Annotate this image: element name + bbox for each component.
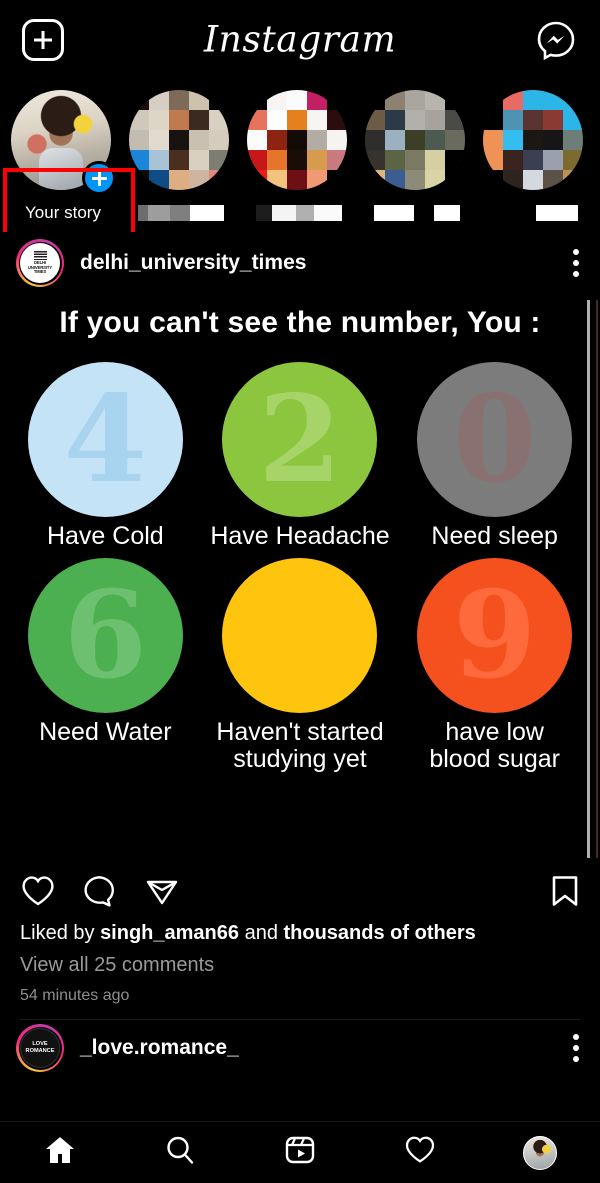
delhi-university-times-avatar: DELHI UNIVERSITY TIMES — [20, 243, 60, 283]
pixelated-username — [138, 205, 224, 221]
likes-middle: and — [239, 922, 284, 944]
add-story-plus-badge[interactable] — [82, 161, 116, 195]
story-label-your-story: Your story — [25, 203, 101, 222]
your-story-avatar-wrap[interactable] — [11, 90, 116, 195]
circle-9: 9 — [417, 558, 573, 713]
story-your-story[interactable]: Your story — [4, 80, 122, 223]
pixelated-username — [256, 205, 342, 221]
grid-cell-have-headache: 2 Have Headache — [203, 362, 398, 550]
circle-0: 0 — [417, 362, 573, 517]
pixelated-username — [492, 205, 578, 221]
circle-label: Need Water — [39, 718, 172, 746]
nav-reels[interactable] — [270, 1130, 330, 1176]
home-icon[interactable] — [43, 1134, 77, 1171]
nav-search[interactable] — [150, 1130, 210, 1176]
avatar-line1: LOVE — [32, 1041, 48, 1048]
avatar-logo-bars — [33, 250, 47, 260]
more-options-icon[interactable] — [573, 249, 584, 277]
post-image-grid: 4 Have Cold 2 Have Headache 0 Need sleep… — [0, 340, 600, 773]
pixelated-avatar — [247, 90, 347, 190]
post-header: DELHI UNIVERSITY TIMES delhi_university_… — [0, 232, 600, 294]
story-item-censored-4[interactable] — [476, 80, 594, 221]
post-timestamp: 54 minutes ago — [20, 987, 130, 1004]
bottom-navigation-bar — [0, 1121, 600, 1183]
story-item-censored-1[interactable] — [122, 80, 240, 221]
plus-square-icon[interactable] — [22, 19, 64, 61]
circle-blank — [222, 558, 378, 713]
grid-cell-havent-started-studying: Haven't started studying yet — [203, 558, 398, 773]
likes-summary: Liked by singh_aman66 and thousands of o… — [20, 922, 580, 945]
likes-others[interactable]: thousands of others — [284, 922, 476, 944]
messenger-icon[interactable] — [534, 18, 578, 62]
nav-profile[interactable] — [510, 1130, 570, 1176]
post-image[interactable]: If you can't see the number, You : 4 Hav… — [0, 294, 600, 864]
activity-heart-icon[interactable] — [403, 1134, 437, 1171]
story-item-censored-3[interactable] — [358, 80, 476, 221]
pixelated-avatar — [129, 90, 229, 190]
pixelated-avatar — [483, 90, 583, 190]
profile-avatar[interactable] — [523, 1135, 557, 1170]
avatar[interactable] — [129, 90, 229, 190]
avatar[interactable] — [365, 90, 465, 190]
search-icon[interactable] — [163, 1134, 197, 1171]
pixelated-avatar — [365, 90, 465, 190]
pixelated-username — [374, 205, 460, 221]
circle-number: 9 — [452, 564, 537, 706]
post-image-title: If you can't see the number, You : — [59, 306, 541, 339]
image-scroll-indicator — [587, 300, 590, 858]
share-paper-plane-icon[interactable] — [144, 874, 180, 913]
next-post-author-username[interactable]: _love.romance_ — [80, 1036, 560, 1060]
post-action-bar — [0, 864, 600, 922]
avatar-wrap[interactable] — [247, 90, 351, 194]
grid-cell-need-water: 6 Need Water — [8, 558, 203, 773]
next-post-author-avatar[interactable]: LOVE ROMANCE — [16, 1024, 64, 1072]
avatar[interactable] — [483, 90, 583, 190]
instagram-feed-screen: Instagram Your story DELHI UNIVERSITY TI… — [0, 0, 600, 1183]
avatar-wrap[interactable] — [365, 90, 469, 194]
love-romance-avatar: LOVE ROMANCE — [20, 1028, 60, 1068]
circle-label: Haven't started studying yet — [216, 718, 384, 773]
circle-number: 2 — [258, 368, 342, 510]
likes-username[interactable]: singh_aman66 — [100, 922, 239, 944]
view-all-comments-link[interactable]: View all 25 comments — [20, 954, 580, 977]
circle-4: 4 — [27, 362, 183, 517]
bookmark-icon[interactable] — [550, 874, 580, 913]
heart-icon[interactable] — [20, 874, 56, 913]
circle-number: 6 — [63, 564, 148, 706]
avatar-line3: TIMES — [33, 269, 47, 275]
image-edge-line — [596, 300, 598, 858]
app-header: Instagram — [0, 0, 600, 80]
comment-icon[interactable] — [82, 874, 118, 913]
avatar[interactable] — [247, 90, 347, 190]
grid-cell-have-cold: 4 Have Cold — [8, 362, 203, 550]
circle-number: 4 — [63, 368, 148, 510]
grid-cell-low-blood-sugar: 9 have low blood sugar — [397, 558, 592, 773]
circle-label: Have Headache — [210, 522, 390, 550]
post-author-avatar[interactable]: DELHI UNIVERSITY TIMES — [16, 239, 64, 287]
nav-home[interactable] — [30, 1130, 90, 1176]
avatar-wrap[interactable] — [129, 90, 233, 194]
post-author-username[interactable]: delhi_university_times — [80, 251, 560, 275]
circle-label: have low blood sugar — [429, 718, 560, 773]
post-meta: Liked by singh_aman66 and thousands of o… — [0, 922, 600, 1020]
page-title: Instagram — [203, 19, 397, 61]
avatar-wrap[interactable] — [483, 90, 587, 194]
circle-label: Have Cold — [46, 522, 164, 550]
circle-2: 2 — [222, 362, 378, 517]
next-post-header: LOVE ROMANCE _love.romance_ — [0, 1020, 600, 1076]
likes-prefix: Liked by — [20, 922, 101, 944]
story-item-censored-2[interactable] — [240, 80, 358, 221]
more-options-icon[interactable] — [573, 1034, 584, 1062]
circle-number: 0 — [452, 368, 537, 510]
stories-tray[interactable]: Your story — [0, 80, 600, 232]
nav-activity[interactable] — [390, 1130, 450, 1176]
avatar-line2: ROMANCE — [25, 1048, 55, 1054]
circle-label: Need sleep — [431, 522, 558, 550]
reels-icon[interactable] — [283, 1134, 317, 1171]
circle-6: 6 — [27, 558, 183, 713]
grid-cell-need-sleep: 0 Need sleep — [397, 362, 592, 550]
